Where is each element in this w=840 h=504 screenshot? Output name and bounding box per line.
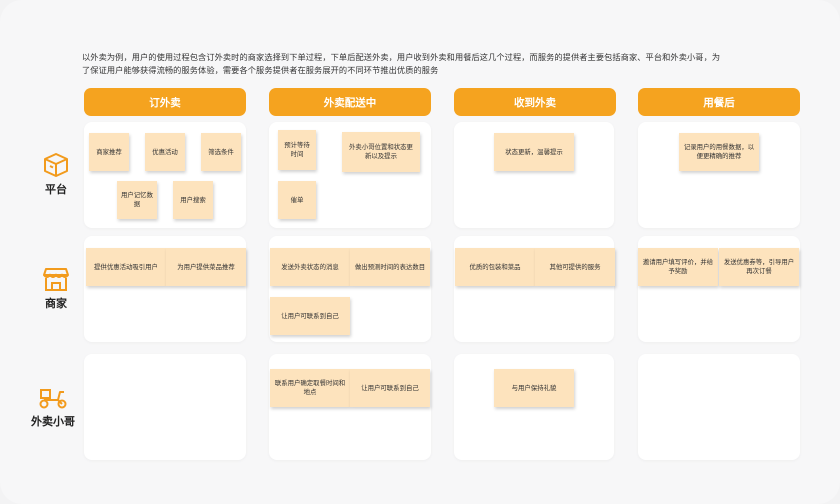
role-platform: 平台 <box>26 152 86 197</box>
sticky-note: 联系用户确定取餐时间和地点 <box>270 369 350 407</box>
stage-order: 订外卖 <box>84 88 246 116</box>
sticky-note: 邀请用户填写评价，并给予奖励 <box>638 248 718 286</box>
cell-courier-order <box>84 354 246 460</box>
sticky-note: 记录用户的用餐数据，以便更精确的推荐 <box>679 133 759 171</box>
sticky-note: 让用户可联系到自己 <box>350 369 430 407</box>
sticky-note: 筛选条件 <box>201 133 241 171</box>
intro-text: 以外卖为例，用户的使用过程包含订外卖时的商家选择到下单过程，下单后配送外卖，用户… <box>82 51 782 77</box>
sticky-note: 状态更新，温馨提示 <box>494 133 574 171</box>
service-blueprint-board: 以外卖为例，用户的使用过程包含订外卖时的商家选择到下单过程，下单后配送外卖，用户… <box>0 0 840 504</box>
intro-line-1: 以外卖为例，用户的使用过程包含订外卖时的商家选择到下单过程，下单后配送外卖，用户… <box>82 52 721 62</box>
role-courier: 外卖小哥 <box>20 386 86 429</box>
sticky-note: 优质的包装和菜品 <box>455 248 535 286</box>
role-label-merchant: 商家 <box>45 297 67 310</box>
sticky-note: 优惠活动 <box>145 133 185 171</box>
cell-courier-after <box>638 354 800 460</box>
sticky-note: 催单 <box>278 181 316 219</box>
sticky-note: 为用户提供菜品推荐 <box>166 248 246 286</box>
role-label-courier: 外卖小哥 <box>31 415 75 428</box>
stage-delivery: 外卖配送中 <box>269 88 431 116</box>
role-merchant: 商家 <box>26 266 86 311</box>
role-label-platform: 平台 <box>45 183 67 196</box>
sticky-note: 其他可提供的服务 <box>535 248 615 286</box>
sticky-note: 外卖小哥位置和状态更新以及提示 <box>342 132 420 172</box>
sticky-note: 让用户可联系到自己 <box>270 297 350 335</box>
stage-receive: 收到外卖 <box>454 88 616 116</box>
sticky-note: 预计等待时间 <box>278 130 316 170</box>
stage-after: 用餐后 <box>638 88 800 116</box>
sticky-note: 发送外卖状态的消息 <box>270 248 350 286</box>
sticky-note: 做出预测时间的表达数目 <box>350 248 430 286</box>
sticky-note: 用户记忆数据 <box>117 181 157 219</box>
sticky-note: 提供优惠活动吸引用户 <box>86 248 166 286</box>
sticky-note: 用户搜索 <box>173 181 213 219</box>
sticky-note: 与用户保持礼貌 <box>494 369 574 407</box>
intro-line-2: 了保证用户能够获得流畅的服务体验，需要各个服务提供者在服务展开的不同环节推出优质… <box>82 65 439 75</box>
scooter-icon <box>39 389 67 409</box>
sticky-note: 发送优惠券等，引导用户再次订餐 <box>719 248 799 286</box>
store-box-icon <box>44 153 68 177</box>
shop-icon <box>43 268 69 291</box>
sticky-note: 商家推荐 <box>89 133 129 171</box>
